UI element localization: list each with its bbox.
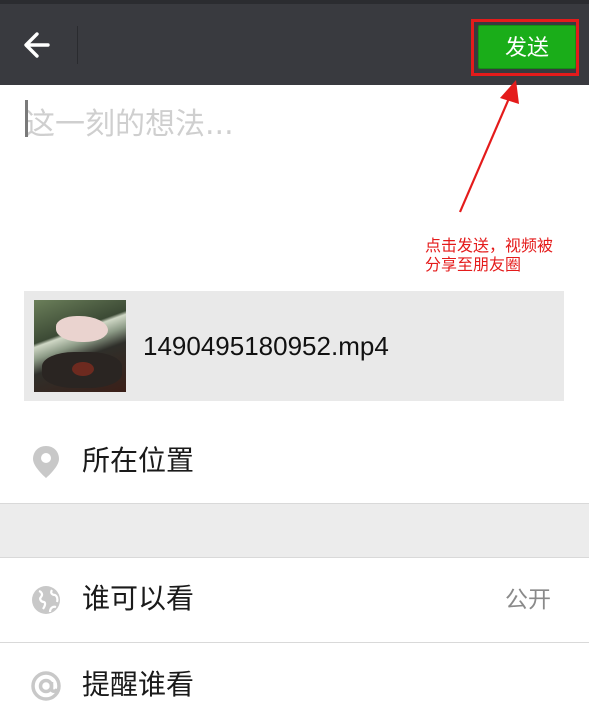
at-sign-icon	[31, 671, 61, 701]
send-button[interactable]: 发送	[478, 25, 576, 69]
thought-input[interactable]	[25, 94, 565, 154]
video-attachment[interactable]: 1490495180952.mp4	[24, 291, 564, 401]
location-row[interactable]: 所在位置	[0, 420, 589, 504]
video-file-name: 1490495180952.mp4	[143, 331, 389, 361]
status-strip	[0, 0, 589, 4]
visibility-label: 谁可以看	[82, 582, 195, 615]
back-arrow-icon	[24, 32, 50, 58]
video-thumbnail[interactable]	[34, 300, 126, 392]
globe-icon	[32, 586, 60, 614]
annotation-line-1: 点击发送，视频被	[425, 236, 554, 255]
divider	[0, 642, 589, 643]
back-button[interactable]	[18, 26, 58, 64]
text-caret	[25, 100, 28, 137]
header-divider	[77, 26, 78, 64]
remind-row[interactable]: 提醒谁看	[0, 644, 589, 728]
visibility-value: 公开	[505, 587, 551, 613]
annotation-line-2: 分享至朋友圈	[425, 255, 522, 274]
remind-label: 提醒谁看	[82, 668, 195, 701]
annotation-text: 点击发送，视频被 分享至朋友圈	[425, 236, 589, 274]
location-pin-icon	[33, 446, 59, 478]
section-gap	[0, 504, 589, 557]
location-label: 所在位置	[82, 444, 195, 477]
visibility-row[interactable]: 谁可以看 公开	[0, 558, 589, 642]
